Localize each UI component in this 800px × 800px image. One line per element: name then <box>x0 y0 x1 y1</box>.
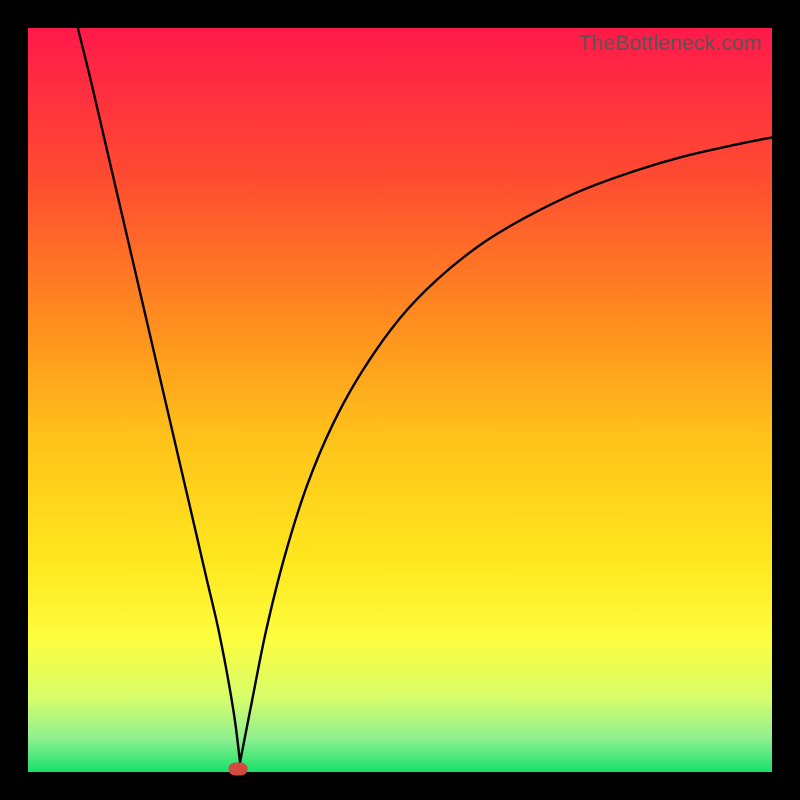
watermark-text: TheBottleneck.com <box>579 32 762 56</box>
chart-svg <box>28 28 772 772</box>
chart-frame: TheBottleneck.com <box>28 28 772 772</box>
gradient-background <box>28 28 772 772</box>
minimum-marker <box>228 763 247 776</box>
